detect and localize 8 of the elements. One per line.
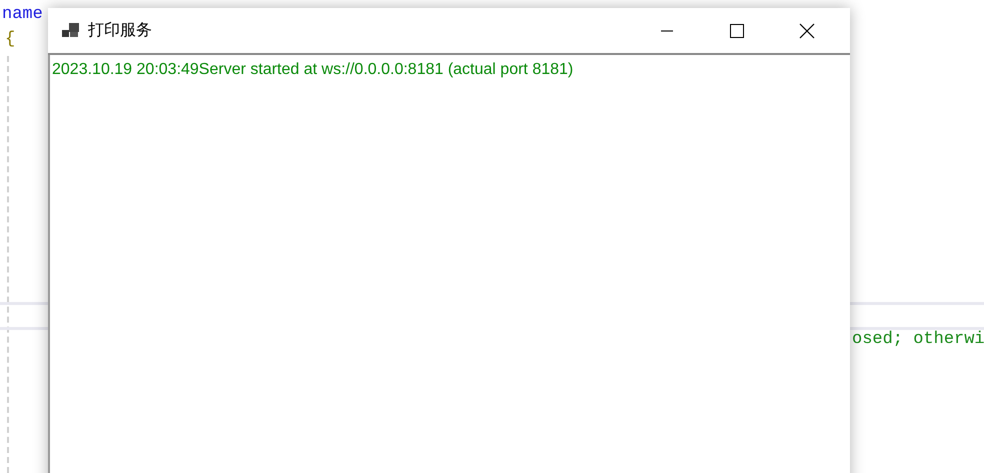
window-title: 打印服务 [88, 20, 153, 41]
code-comment: osed; otherwi [852, 330, 984, 349]
code-keyword: name [2, 4, 43, 26]
maximize-icon [730, 24, 744, 38]
app-icon [62, 22, 80, 38]
log-line: 2023.10.19 20:03:49Server started at ws://0.0.0.0:8181 (actual port 8181) [52, 61, 574, 79]
close-icon [799, 22, 815, 38]
code-brace: { [5, 29, 16, 51]
